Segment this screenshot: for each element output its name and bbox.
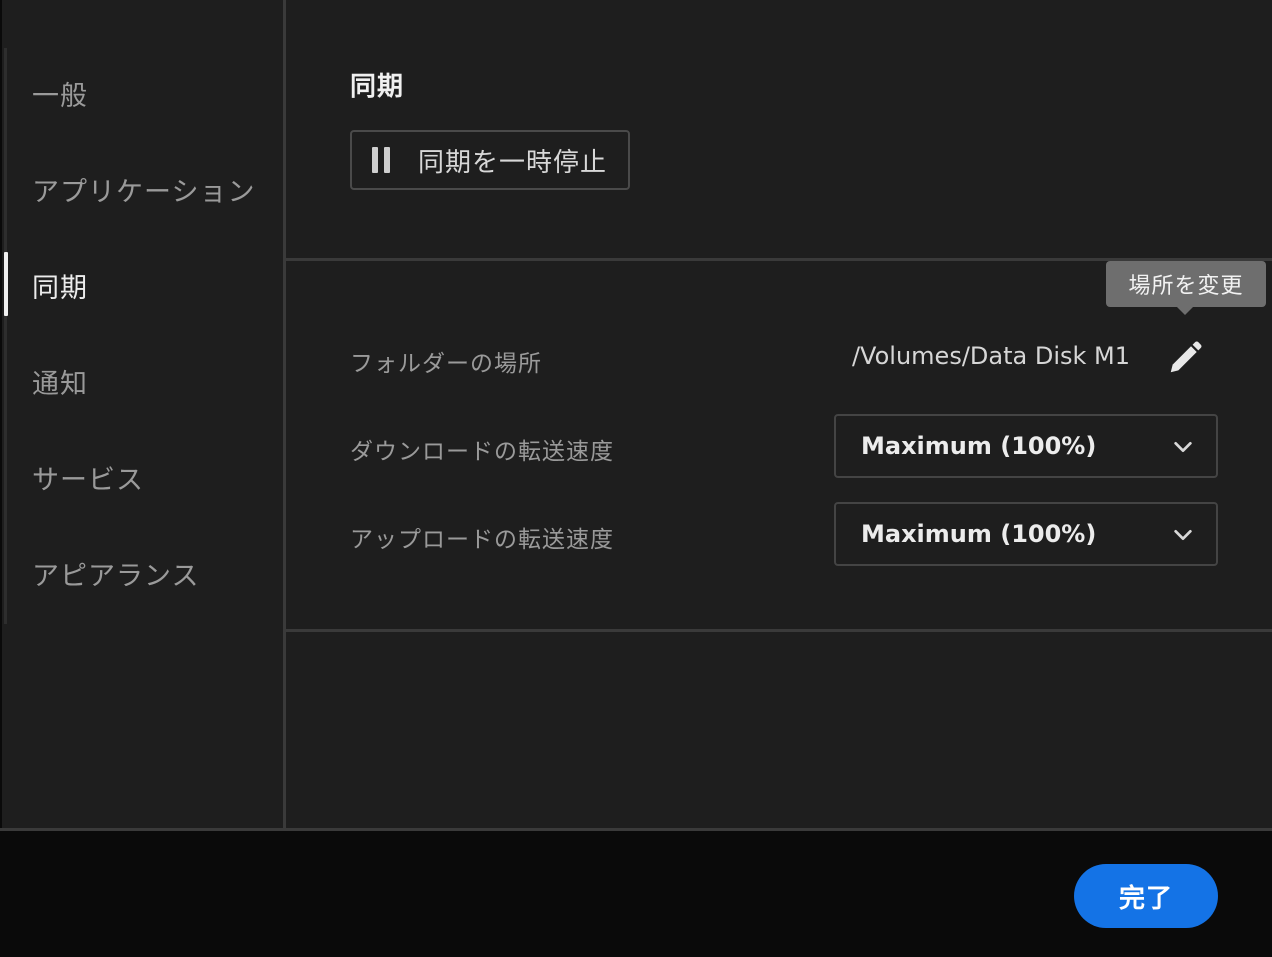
folder-path-value: /Volumes/Data Disk M1	[851, 342, 1130, 370]
pause-sync-button[interactable]: 同期を一時停止	[350, 130, 630, 190]
chevron-down-icon	[1174, 441, 1192, 453]
sidebar-item-notifications[interactable]: 通知	[32, 362, 88, 401]
sidebar-divider	[283, 0, 286, 828]
sidebar-item-appearance[interactable]: アピアランス	[32, 554, 199, 593]
chevron-down-icon	[1174, 529, 1192, 541]
sidebar-item-sync[interactable]: 同期	[32, 266, 88, 305]
sidebar-item-services[interactable]: サービス	[32, 458, 144, 497]
tooltip-arrow	[1177, 307, 1193, 315]
download-speed-label: ダウンロードの転送速度	[350, 439, 614, 465]
sidebar-track	[4, 48, 7, 624]
section-divider-bottom	[286, 629, 1272, 632]
pause-sync-label: 同期を一時停止	[418, 147, 608, 178]
download-speed-value: Maximum (100%)	[861, 432, 1097, 460]
change-location-tooltip: 場所を変更	[1106, 261, 1266, 307]
sidebar-active-indicator	[4, 252, 8, 316]
done-button[interactable]: 完了	[1074, 864, 1218, 928]
folder-location-label: フォルダーの場所	[350, 351, 542, 377]
section-title: 同期	[350, 72, 405, 102]
sidebar-item-applications[interactable]: アプリケーション	[32, 170, 255, 209]
sidebar: 一般 アプリケーション 同期 通知 サービス アピアランス	[2, 0, 283, 828]
download-speed-select[interactable]: Maximum (100%)	[834, 414, 1218, 478]
main-area: 一般 アプリケーション 同期 通知 サービス アピアランス 同期 同期を一時停止…	[0, 0, 1272, 828]
upload-speed-select[interactable]: Maximum (100%)	[834, 502, 1218, 566]
sidebar-item-general[interactable]: 一般	[32, 74, 88, 113]
upload-speed-value: Maximum (100%)	[861, 520, 1097, 548]
preferences-window: 一般 アプリケーション 同期 通知 サービス アピアランス 同期 同期を一時停止…	[0, 0, 1272, 957]
pencil-icon[interactable]	[1166, 339, 1204, 377]
upload-speed-label: アップロードの転送速度	[350, 527, 614, 553]
pause-icon	[372, 147, 390, 173]
